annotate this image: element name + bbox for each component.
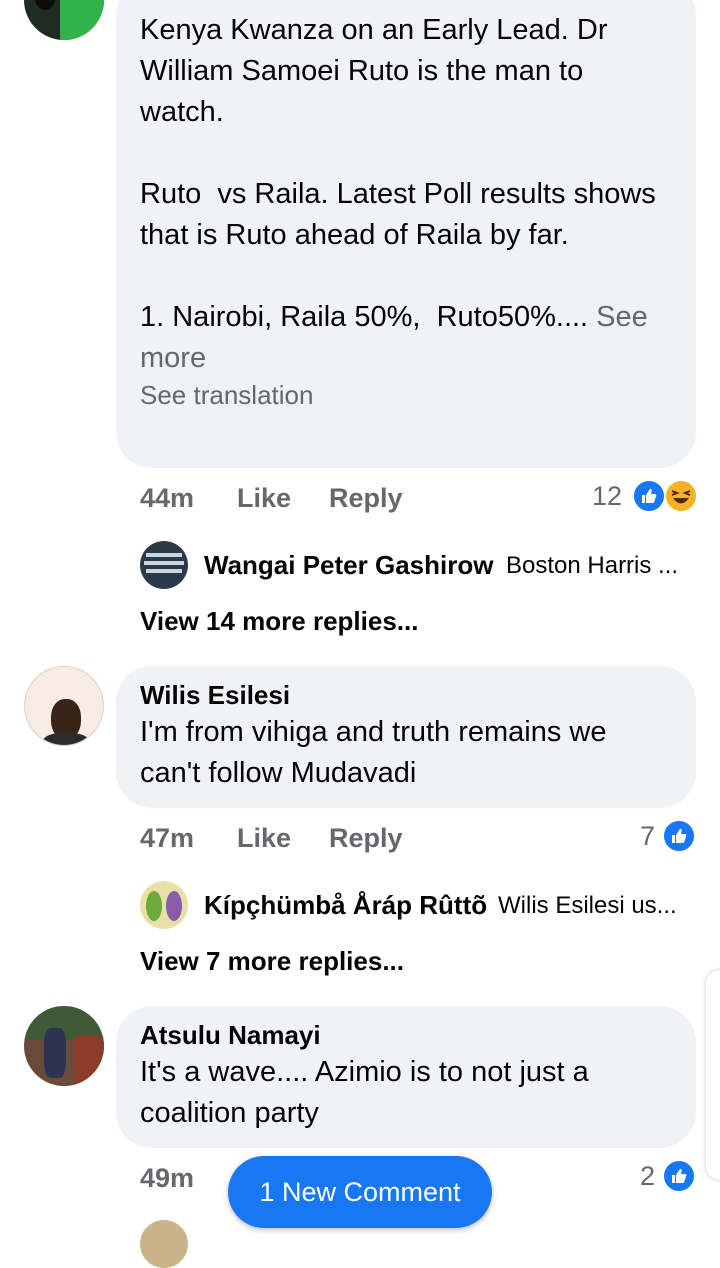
reply-button[interactable]: Reply [329, 483, 403, 514]
scroll-handle[interactable] [706, 970, 720, 1180]
reply-snippet: Wilis Esilesi us... [498, 892, 677, 919]
comment-bubble[interactable]: Kenya Kwanza on an Early Lead. Dr Willia… [116, 0, 696, 468]
reply-avatar[interactable] [140, 881, 188, 929]
new-comment-button[interactable]: 1 New Comment [228, 1156, 492, 1228]
comment-time: 49m [140, 1163, 195, 1193]
comment-bubble[interactable]: Wilis Esilesi I'm from vihiga and truth … [116, 666, 696, 808]
view-more-replies[interactable]: View 14 more replies... [140, 606, 418, 637]
reaction-count[interactable]: 2 [640, 1161, 655, 1192]
comment-author[interactable]: Wilis Esilesi [140, 678, 672, 712]
comment-author[interactable]: Atsulu Namayi [140, 1018, 672, 1052]
comment-time: 47m [140, 823, 195, 853]
comment-text: Kenya Kwanza on an Early Lead. Dr Willia… [140, 14, 656, 374]
reply-author[interactable]: Wangai Peter Gashirow [204, 550, 493, 581]
comment-bubble[interactable]: Atsulu Namayi It's a wave.... Azimio is … [116, 1006, 696, 1148]
commenter-avatar[interactable] [24, 1006, 104, 1086]
reply-avatar[interactable] [140, 541, 188, 589]
commenter-avatar[interactable] [24, 0, 104, 40]
reaction-count[interactable]: 7 [640, 821, 655, 852]
reaction-count[interactable]: 12 [592, 481, 622, 512]
comment-text: It's a wave.... Azimio is to not just a … [140, 1056, 597, 1129]
like-icon [662, 819, 696, 853]
like-button[interactable]: Like [237, 483, 291, 514]
like-icon [632, 479, 666, 513]
commenter-avatar[interactable] [24, 666, 104, 746]
like-icon [662, 1159, 696, 1193]
see-translation-link[interactable]: See translation [140, 379, 672, 411]
reply-author[interactable]: Kípçhümbå Åráp Rûttõ [204, 890, 487, 921]
like-button[interactable]: Like [237, 823, 291, 854]
reply-button[interactable]: Reply [329, 823, 403, 854]
reply-snippet: Boston Harris ... [506, 552, 679, 579]
haha-icon [664, 479, 698, 513]
comment-time: 44m [140, 483, 195, 513]
comment-text: I'm from vihiga and truth remains we can… [140, 716, 615, 789]
reply-avatar[interactable] [140, 1220, 188, 1268]
view-more-replies[interactable]: View 7 more replies... [140, 946, 404, 977]
